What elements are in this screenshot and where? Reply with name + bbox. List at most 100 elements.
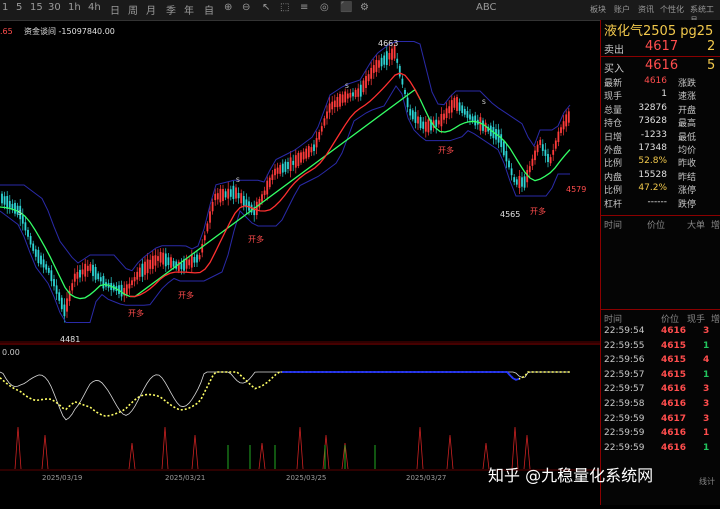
candle-body xyxy=(292,160,295,165)
candle-body xyxy=(424,121,427,132)
toolbar-item-11[interactable]: 自 xyxy=(204,2,214,17)
candle-body xyxy=(53,279,55,287)
date-label-0: 2025/03/19 xyxy=(42,474,82,482)
toolbar-item-7[interactable]: 周 xyxy=(128,2,138,17)
candle-body xyxy=(320,126,323,132)
tick-volume: 1 xyxy=(703,340,710,351)
candle-body xyxy=(281,163,284,173)
toolbar-item-14[interactable]: ↖ xyxy=(262,2,270,13)
candle-body xyxy=(359,84,362,97)
tick-row[interactable]: 22:59:55 4615 1 xyxy=(601,341,720,355)
osc-spike xyxy=(128,442,136,470)
tick-row[interactable]: 22:59:57 4616 3 xyxy=(601,384,720,398)
candle-body xyxy=(458,102,461,111)
candle-body xyxy=(443,113,445,120)
date-axis: 2025/03/19 2025/03/21 2025/03/25 2025/03/27 xyxy=(42,474,446,482)
osc-white-line xyxy=(0,371,570,421)
kline-chart[interactable]: 2025/03/19 2025/03/21 2025/03/25 2025/03/27… xyxy=(0,22,600,505)
candle-body xyxy=(552,149,555,155)
quote-value: 47.2% xyxy=(638,183,667,194)
tick-row[interactable]: 22:59:54 4616 3 xyxy=(601,326,720,340)
quote-row: 持仓 73628 最高 xyxy=(601,116,720,129)
quote-row: 比例 47.2% 涨停 xyxy=(601,183,720,196)
bid-price: 4616 xyxy=(645,58,679,73)
price-4579-label: 4579 xyxy=(566,185,586,194)
toolbar-item-2[interactable]: 15 xyxy=(30,2,43,13)
toolbar-item-0[interactable]: 1 xyxy=(2,2,8,13)
toolbar-item-16[interactable]: ≡ xyxy=(300,2,308,13)
quote-value: 4616 xyxy=(644,76,667,86)
chart-area[interactable]: 2025/03/19 2025/03/21 2025/03/25 2025/03/27… xyxy=(0,22,600,505)
osc-spike xyxy=(322,434,330,470)
candle-body xyxy=(63,304,66,317)
tick-row[interactable]: 22:59:56 4615 4 xyxy=(601,355,720,369)
high-price-label: 4663 xyxy=(378,39,398,48)
quote-label-2: 最低 xyxy=(678,132,697,143)
quote-value: 15528 xyxy=(638,169,667,180)
candle-body xyxy=(201,243,204,253)
toolbar-item-3[interactable]: 30 xyxy=(48,2,61,13)
candle-body xyxy=(170,257,172,268)
candle-body xyxy=(180,263,183,270)
candle-body xyxy=(341,94,344,103)
candle-body xyxy=(40,255,42,265)
candle-body xyxy=(151,255,154,269)
candle-body xyxy=(523,176,526,188)
candle-body xyxy=(502,141,505,156)
candle-body xyxy=(227,188,230,199)
toolbar-item-20[interactable]: ABC xyxy=(476,2,497,13)
oscillator xyxy=(0,371,570,470)
toolbar-item-1[interactable]: 5 xyxy=(16,2,22,13)
quote-value: 52.8% xyxy=(638,156,667,167)
candle-body xyxy=(274,168,276,176)
bigorder-col-inc: 增 xyxy=(711,221,720,231)
toolbar-item-5[interactable]: 4h xyxy=(88,2,101,13)
candle-body xyxy=(258,198,261,208)
contract-title[interactable]: 液化气2505 pg25 xyxy=(604,20,713,39)
candle-body xyxy=(406,97,409,108)
candle-body xyxy=(414,111,417,123)
candle-body xyxy=(24,222,27,231)
candle-body xyxy=(567,111,570,123)
candle-body xyxy=(138,267,141,277)
date-label-2: 2025/03/25 xyxy=(286,474,326,482)
tick-volume: 4 xyxy=(703,355,710,366)
ask-price: 4617 xyxy=(645,39,679,54)
candle-body xyxy=(42,259,45,268)
tick-row[interactable]: 22:59:59 4616 1 xyxy=(601,443,720,457)
candle-body xyxy=(305,148,308,159)
tick-row[interactable]: 22:59:58 4616 3 xyxy=(601,399,720,413)
candle-body xyxy=(172,260,175,267)
quote-label-2: 开盘 xyxy=(678,105,697,116)
osc-spike xyxy=(191,434,199,470)
toolbar-item-15[interactable]: ⬚ xyxy=(280,2,289,13)
toolbar-item-10[interactable]: 年 xyxy=(184,2,194,17)
left-partial-label: .65 xyxy=(0,27,13,36)
candle-body xyxy=(235,187,237,199)
toolbar-item-8[interactable]: 月 xyxy=(146,2,156,17)
candle-body xyxy=(362,80,365,93)
toolbar-item-6[interactable]: 日 xyxy=(110,2,120,17)
toolbar-menu-2[interactable]: 资讯 xyxy=(638,4,654,15)
toolbar-item-17[interactable]: ◎ xyxy=(320,2,329,13)
candle-body xyxy=(315,138,318,148)
toolbar-item-12[interactable]: ⊕ xyxy=(224,2,232,13)
toolbar-item-18[interactable]: ⬛ xyxy=(340,2,352,13)
osc-yellow-line xyxy=(0,371,570,417)
toolbar-item-19[interactable]: ⚙ xyxy=(360,2,369,13)
bigorder-col-price: 价位 xyxy=(647,221,666,231)
tick-row[interactable]: 22:59:57 4615 1 xyxy=(601,370,720,384)
candle-body xyxy=(513,177,516,183)
toolbar-menu-0[interactable]: 板块 xyxy=(590,4,606,15)
candle-body xyxy=(453,97,456,108)
footer-label: 线计 xyxy=(699,477,715,486)
toolbar-menu-1[interactable]: 账户 xyxy=(614,4,630,15)
toolbar-item-9[interactable]: 季 xyxy=(166,2,176,17)
tick-row[interactable]: 22:59:59 4617 3 xyxy=(601,414,720,428)
toolbar-item-13[interactable]: ⊖ xyxy=(242,2,250,13)
quote-label: 持仓 xyxy=(604,119,623,130)
candle-body xyxy=(471,116,474,122)
toolbar-menu-3[interactable]: 个性化 xyxy=(660,4,684,15)
tick-row[interactable]: 22:59:59 4616 1 xyxy=(601,428,720,442)
toolbar-item-4[interactable]: 1h xyxy=(68,2,81,13)
